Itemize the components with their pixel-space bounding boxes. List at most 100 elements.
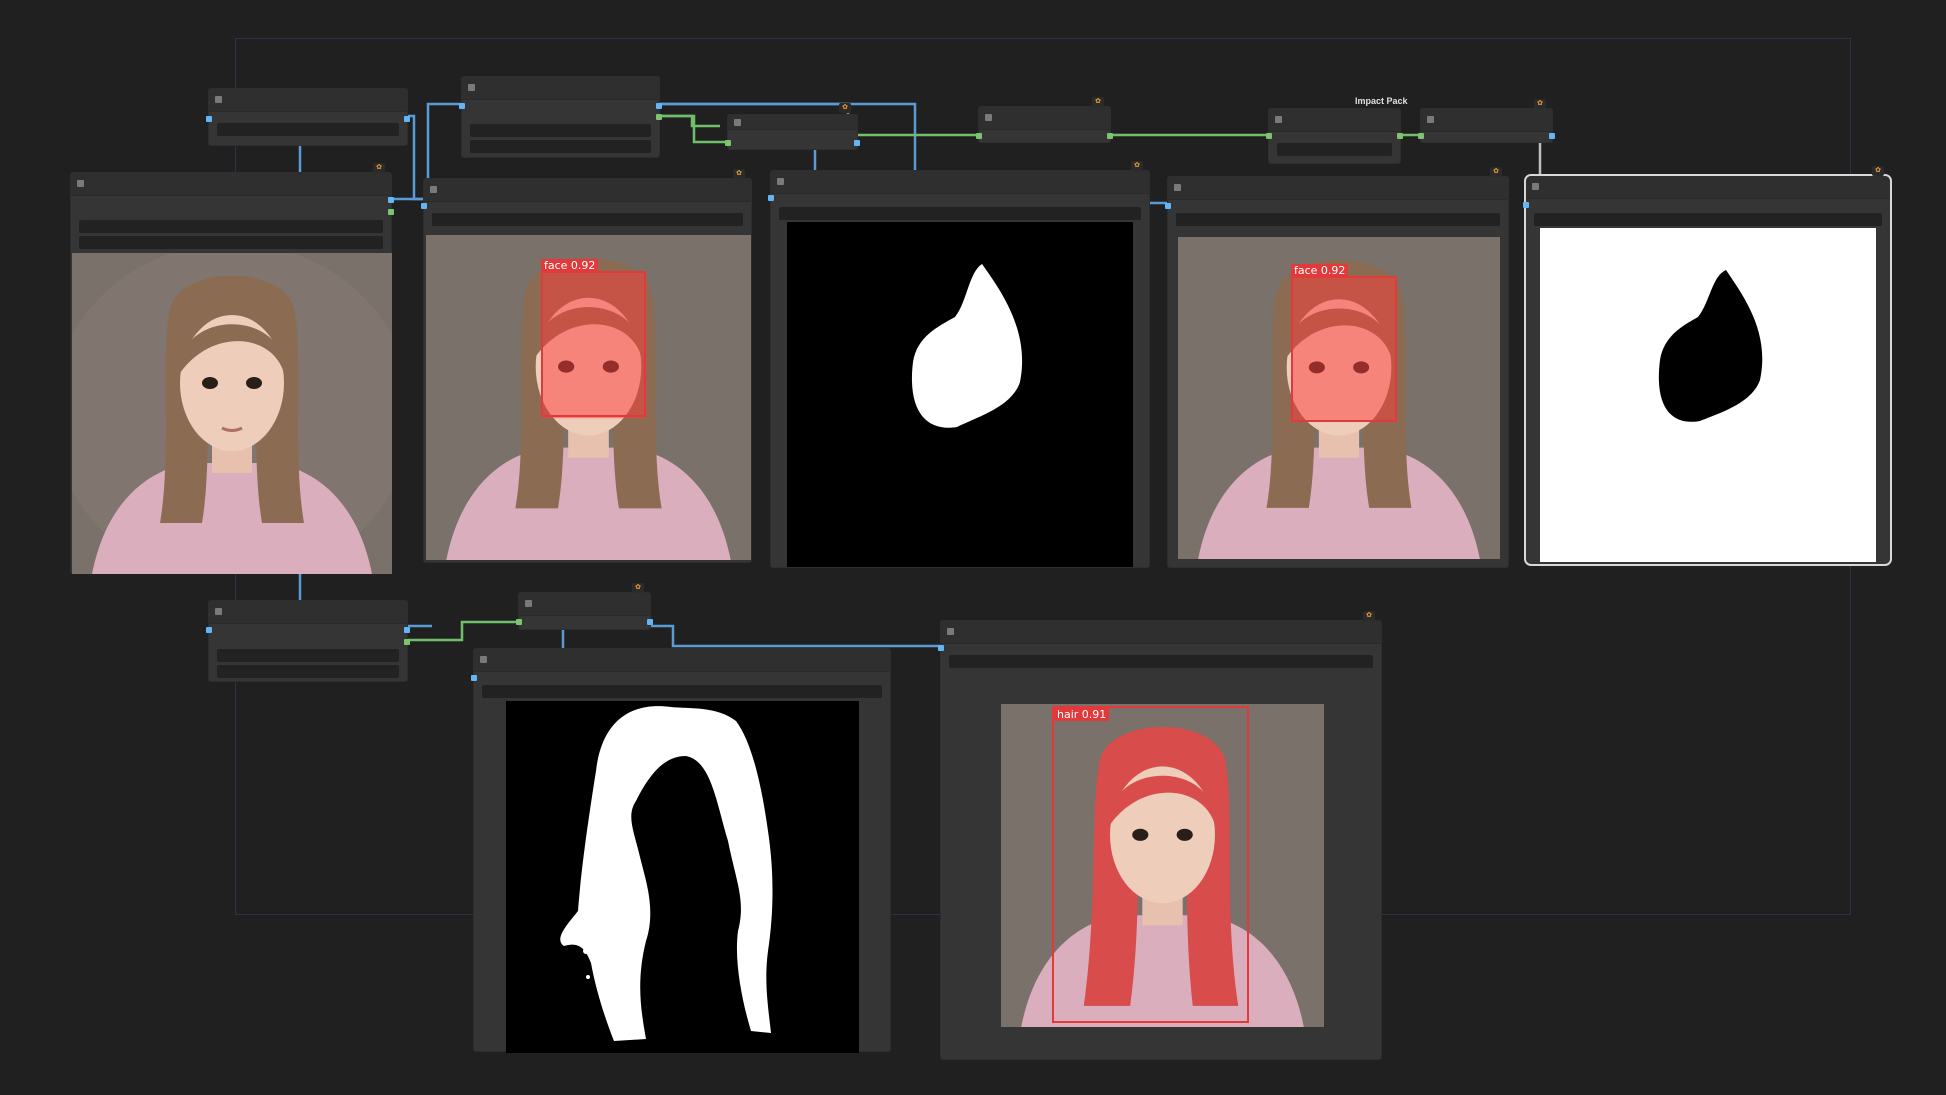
input-port-image[interactable] xyxy=(421,203,427,209)
node-title-bar[interactable] xyxy=(1269,109,1400,132)
node-title-bar[interactable] xyxy=(1168,177,1508,200)
node-title-bar[interactable] xyxy=(728,115,857,130)
input-port-segs[interactable] xyxy=(1266,133,1272,139)
collapse-icon[interactable] xyxy=(77,180,84,187)
input-port-segs[interactable] xyxy=(516,619,522,625)
graph-canvas[interactable]: ✿ ✿ Impact Pack ✿ ✿ ✿ face 0.92 ✿ ✿ face… xyxy=(0,0,1946,1095)
node-hair-detector[interactable]: ✿ xyxy=(516,583,653,630)
segs-link xyxy=(659,114,720,128)
fox-icon: ✿ xyxy=(1534,99,1546,109)
input-port-mask[interactable] xyxy=(1523,202,1529,208)
node-widget[interactable] xyxy=(217,665,399,678)
node-widget[interactable] xyxy=(470,124,651,137)
node-face-mask[interactable]: ✿ xyxy=(768,161,1150,568)
collapse-icon[interactable] xyxy=(215,608,222,615)
input-port-mask[interactable] xyxy=(471,675,477,681)
node-title-bar[interactable] xyxy=(462,77,659,100)
collapse-icon[interactable] xyxy=(430,186,437,193)
input-port-image[interactable] xyxy=(938,645,944,651)
node-widget[interactable] xyxy=(779,207,1141,220)
image-selector-widget[interactable] xyxy=(79,220,383,233)
hair-detection-box: hair 0.91 xyxy=(1052,706,1249,1023)
node-widget[interactable] xyxy=(217,123,399,136)
collapse-icon[interactable] xyxy=(1427,116,1434,123)
collapse-icon[interactable] xyxy=(1275,116,1282,123)
node-title-bar[interactable] xyxy=(979,107,1110,130)
portrait-image xyxy=(72,253,392,574)
collapse-icon[interactable] xyxy=(734,119,741,126)
node-hair-segs[interactable] xyxy=(206,600,410,682)
node-top-left[interactable] xyxy=(206,88,410,146)
hair-detection-preview: hair 0.91 xyxy=(1001,704,1324,1027)
input-port-mask[interactable] xyxy=(768,195,774,201)
input-port-image[interactable] xyxy=(206,116,212,122)
output-port-image[interactable] xyxy=(404,627,410,633)
node-title-bar[interactable] xyxy=(71,173,391,196)
node-face-detect-1[interactable]: ✿ face 0.92 xyxy=(421,169,752,563)
mask-shape xyxy=(560,706,773,1041)
node-top-3[interactable]: ✿ xyxy=(725,103,860,150)
output-port-image[interactable] xyxy=(404,116,410,122)
collapse-icon[interactable] xyxy=(985,114,992,121)
collapse-icon[interactable] xyxy=(215,96,222,103)
input-port-image[interactable] xyxy=(206,627,212,633)
node-inverted-mask[interactable]: ✿ xyxy=(1523,166,1892,566)
node-widget[interactable] xyxy=(470,140,651,153)
collapse-icon[interactable] xyxy=(777,178,784,185)
collapse-icon[interactable] xyxy=(480,656,487,663)
node-widget[interactable] xyxy=(1277,143,1392,156)
collapse-icon[interactable] xyxy=(947,628,954,635)
input-port-segs[interactable] xyxy=(976,133,982,139)
node-title-bar[interactable] xyxy=(209,89,407,112)
collapse-icon[interactable] xyxy=(1174,184,1181,191)
output-port-segs[interactable] xyxy=(656,114,662,120)
hair-mask-preview xyxy=(506,701,859,1053)
output-port-image[interactable] xyxy=(854,140,860,146)
fox-icon: ✿ xyxy=(1872,166,1884,176)
node-top-6[interactable]: ✿ xyxy=(1418,99,1555,143)
node-title-bar[interactable] xyxy=(424,179,751,202)
node-widget[interactable] xyxy=(1534,213,1882,226)
input-port-image[interactable] xyxy=(459,103,465,109)
output-port-image[interactable] xyxy=(647,619,653,625)
node-widget[interactable] xyxy=(1176,213,1500,226)
node-widget[interactable] xyxy=(482,685,882,698)
upload-widget[interactable] xyxy=(79,236,383,249)
output-port-image[interactable] xyxy=(388,197,394,203)
node-hair-detect[interactable]: ✿ hair 0.91 xyxy=(938,611,1382,1060)
collapse-icon[interactable] xyxy=(525,600,532,607)
input-port-segs[interactable] xyxy=(725,140,731,146)
mask-shape xyxy=(911,264,1023,428)
output-port-segs[interactable] xyxy=(1107,133,1113,139)
inverted-mask-preview xyxy=(1540,228,1876,562)
node-widget[interactable] xyxy=(217,649,399,662)
node-title-bar[interactable] xyxy=(941,621,1381,644)
node-widget[interactable] xyxy=(949,655,1373,668)
node-title-bar[interactable] xyxy=(1421,109,1552,132)
output-port-segs[interactable] xyxy=(404,639,410,645)
output-port-image[interactable] xyxy=(1549,133,1555,139)
node-title-bar[interactable] xyxy=(519,593,650,616)
output-port-mask[interactable] xyxy=(388,209,394,215)
collapse-icon[interactable] xyxy=(1532,183,1539,190)
node-title-bar[interactable] xyxy=(771,171,1149,194)
node-load-image[interactable]: ✿ xyxy=(70,163,394,574)
collapse-icon[interactable] xyxy=(468,84,475,91)
fox-icon: ✿ xyxy=(1092,97,1104,107)
node-hair-mask[interactable] xyxy=(471,648,891,1053)
node-impact-pack[interactable]: Impact Pack xyxy=(1266,96,1408,164)
output-port-segs[interactable] xyxy=(1397,133,1403,139)
node-top-2[interactable] xyxy=(459,76,662,158)
node-face-detect-2[interactable]: ✿ face 0.92 xyxy=(1165,167,1509,568)
fox-icon: ✿ xyxy=(1363,611,1375,621)
input-port-image[interactable] xyxy=(1165,203,1171,209)
node-title-bar[interactable] xyxy=(209,601,407,624)
fox-icon: ✿ xyxy=(1131,161,1143,171)
node-widget[interactable] xyxy=(432,213,743,226)
node-title-bar[interactable] xyxy=(474,649,890,672)
output-port-image[interactable] xyxy=(656,103,662,109)
node-top-4[interactable]: ✿ xyxy=(976,97,1113,143)
face-detection-preview: face 0.92 xyxy=(426,235,751,560)
node-title-bar[interactable] xyxy=(1526,176,1890,199)
input-port-segs[interactable] xyxy=(1418,133,1424,139)
